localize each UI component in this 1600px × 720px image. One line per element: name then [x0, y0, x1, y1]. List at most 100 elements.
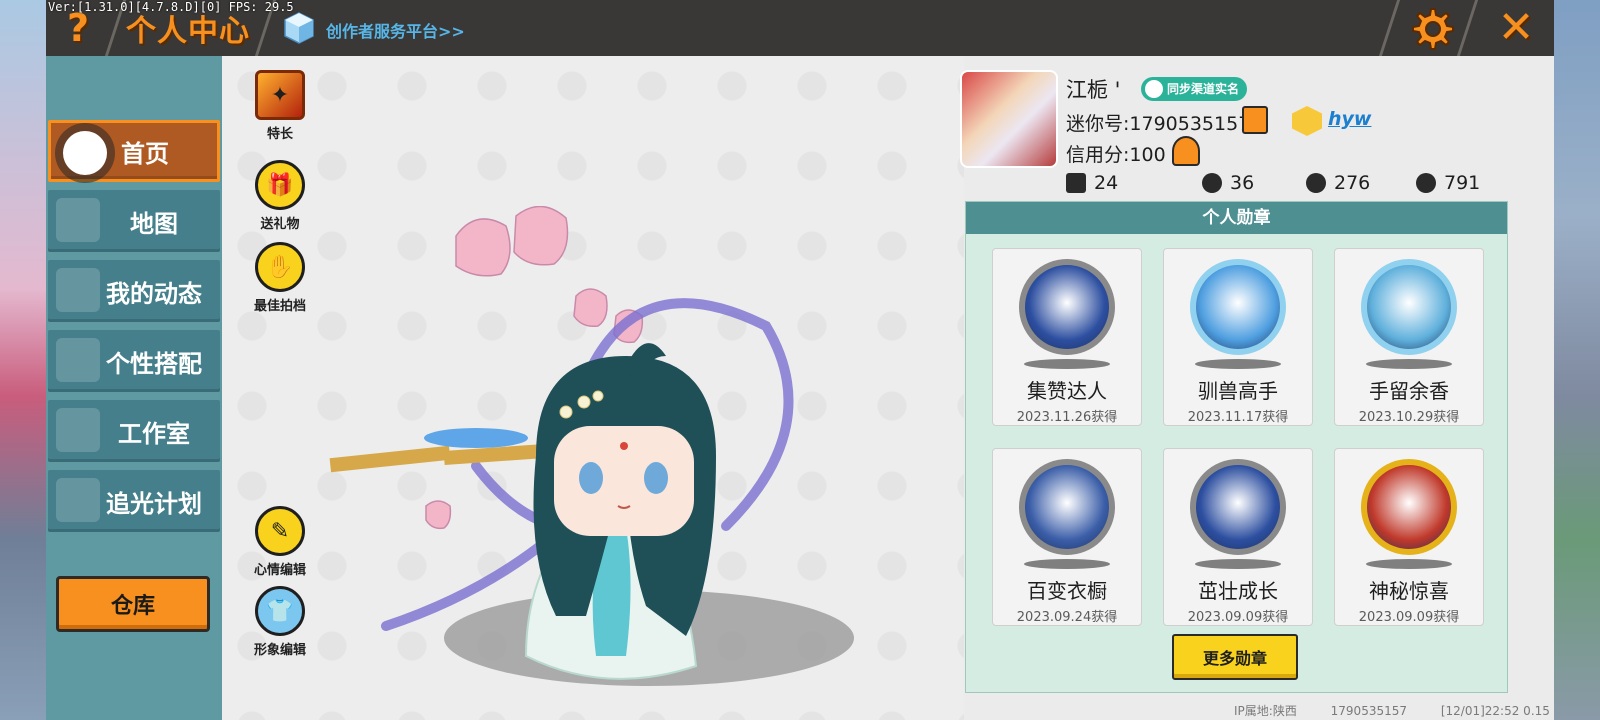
- medal-name: 茁壮成长: [1198, 579, 1278, 603]
- medal-tamer-icon: [1190, 259, 1286, 355]
- sidebar-item-studio[interactable]: 工作室: [48, 400, 220, 462]
- player-nickname: 江栀 ': [1066, 78, 1121, 102]
- plus-icon: [1066, 173, 1086, 193]
- tool-label: 形象编辑: [253, 643, 306, 658]
- medal-shadow: [1024, 559, 1110, 569]
- medal-panel: 个人勋章 集赞达人 2023.11.26获得 驯兽高手 2023.11.17获得…: [965, 201, 1508, 693]
- best-partner-button[interactable]: ✋ 最佳拍档: [240, 242, 320, 314]
- medal-card[interactable]: 集赞达人 2023.11.26获得: [992, 248, 1142, 426]
- medal-name: 百变衣橱: [1027, 579, 1107, 603]
- medal-panel-title: 个人勋章: [966, 202, 1507, 234]
- ip-location: IP属地:陕西: [1234, 704, 1297, 718]
- warehouse-button[interactable]: 仓库: [56, 576, 210, 632]
- sidebar-item-label: 工作室: [118, 419, 190, 448]
- credit-score: 信用分:100: [1066, 144, 1166, 166]
- stat-fans[interactable]: 36: [1202, 172, 1254, 194]
- edit-icon: ✎: [255, 506, 305, 556]
- medal-shadow: [1366, 359, 1452, 369]
- light-chase-icon: [56, 478, 100, 522]
- sidebar-item-light-chase[interactable]: 追光计划: [48, 470, 220, 532]
- medal-card[interactable]: 百变衣橱 2023.09.24获得: [992, 448, 1142, 626]
- sidebar-item-label: 我的动态: [106, 279, 202, 308]
- copy-icon[interactable]: [1242, 106, 1268, 134]
- medal-card[interactable]: 茁壮成长 2023.09.09获得: [1163, 448, 1313, 626]
- fans-icon: [1202, 173, 1222, 193]
- sidebar-item-label: 个性搭配: [106, 349, 202, 378]
- credit-info-icon[interactable]: [1172, 136, 1200, 166]
- medal-card[interactable]: 神秘惊喜 2023.09.09获得: [1334, 448, 1484, 626]
- skill-icon: ✦: [255, 70, 305, 120]
- medal-date: 2023.09.24获得: [1016, 610, 1118, 625]
- medal-shadow: [1024, 359, 1110, 369]
- flame-icon: [1306, 173, 1326, 193]
- profile-stats: 24 36 276 791: [1066, 172, 1486, 198]
- home-indicator-icon: [63, 131, 107, 175]
- cube-icon[interactable]: [284, 12, 314, 44]
- medal-likes-icon: [1019, 259, 1115, 355]
- medal-growth-icon: [1190, 459, 1286, 555]
- footer-info: IP属地:陕西 1790535157 [12/01]22:52 0.15: [1234, 702, 1580, 719]
- medal-fragrance-icon: [1361, 259, 1457, 355]
- avatar[interactable]: [960, 70, 1058, 168]
- main-panel: 首页 地图 我的动态 个性搭配 工作室 追光计划 仓库 ✦ 特长 🎁 送礼物 ✋…: [46, 56, 1554, 720]
- medal-date: 2023.09.09获得: [1358, 610, 1460, 625]
- user-icon: [1145, 80, 1163, 98]
- tool-label: 特长: [266, 127, 293, 142]
- tool-label: 最佳拍档: [253, 299, 306, 314]
- send-gift-button[interactable]: 🎁 送礼物: [240, 160, 320, 232]
- footer-uid: 1790535157: [1330, 704, 1408, 718]
- more-medals-button[interactable]: 更多勋章: [1172, 634, 1298, 680]
- medal-date: 2023.10.29获得: [1358, 410, 1460, 425]
- medal-surprise-icon: [1361, 459, 1457, 555]
- handshake-icon: ✋: [255, 242, 305, 292]
- stat-hearts[interactable]: 791: [1416, 172, 1480, 194]
- close-button[interactable]: ✕: [1492, 4, 1540, 52]
- bell-icon: [56, 268, 100, 312]
- stat-value: 24: [1094, 172, 1119, 194]
- sidebar-item-label: 追光计划: [106, 489, 202, 518]
- stat-likes[interactable]: 24: [1066, 172, 1118, 194]
- gift-icon: 🎁: [255, 160, 305, 210]
- medal-name: 神秘惊喜: [1369, 579, 1449, 603]
- creator-platform-link[interactable]: 创作者服务平台>>: [326, 18, 465, 42]
- footer-time: [12/01]22:52 0.15: [1440, 704, 1550, 718]
- fps-overlay: Ver:[1.31.0][4.7.8.D][0] FPS: 29.5: [48, 0, 294, 14]
- appearance-edit-button[interactable]: 👕 形象编辑: [240, 586, 320, 658]
- background-scenery-right: [1554, 0, 1600, 720]
- mood-edit-button[interactable]: ✎ 心情编辑: [240, 506, 320, 578]
- medal-date: 2023.11.26获得: [1016, 410, 1118, 425]
- sidebar-item-label: 地图: [130, 209, 178, 238]
- sidebar-item-map[interactable]: 地图: [48, 190, 220, 252]
- map-icon: [56, 198, 100, 242]
- stat-value: 791: [1444, 172, 1481, 194]
- outfit-icon: [56, 338, 100, 382]
- medal-wardrobe-icon: [1019, 459, 1115, 555]
- studio-icon: [56, 408, 100, 452]
- top-bar-divider: [1456, 0, 1479, 56]
- outfit-icon: 👕: [255, 586, 305, 636]
- sidebar: 首页 地图 我的动态 个性搭配 工作室 追光计划 仓库: [46, 56, 222, 720]
- medal-card[interactable]: 手留余香 2023.10.29获得: [1334, 248, 1484, 426]
- medal-shadow: [1195, 359, 1281, 369]
- team-name-link[interactable]: hyw: [1328, 108, 1371, 130]
- stat-value: 276: [1334, 172, 1371, 194]
- medal-shadow: [1366, 559, 1452, 569]
- medal-card[interactable]: 驯兽高手 2023.11.17获得: [1163, 248, 1313, 426]
- sync-realname-badge[interactable]: 同步渠道实名: [1141, 77, 1248, 101]
- medal-name: 集赞达人: [1027, 379, 1107, 403]
- stat-heat[interactable]: 276: [1306, 172, 1370, 194]
- background-scenery-left: [0, 0, 48, 720]
- sidebar-item-outfit[interactable]: 个性搭配: [48, 330, 220, 392]
- mini-id: 迷你号:1790535157: [1066, 113, 1251, 135]
- sidebar-item-label: 首页: [121, 139, 169, 168]
- sidebar-item-home[interactable]: 首页: [48, 120, 220, 182]
- medal-name: 手留余香: [1369, 379, 1449, 403]
- gear-icon[interactable]: [1408, 6, 1454, 52]
- tool-label: 心情编辑: [253, 563, 306, 578]
- badge-label: 同步渠道实名: [1167, 82, 1240, 96]
- stat-value: 36: [1230, 172, 1255, 194]
- skill-button[interactable]: ✦ 特长: [240, 70, 320, 142]
- sidebar-item-dynamics[interactable]: 我的动态: [48, 260, 220, 322]
- player-avatar[interactable]: [326, 206, 886, 686]
- medal-shadow: [1195, 559, 1281, 569]
